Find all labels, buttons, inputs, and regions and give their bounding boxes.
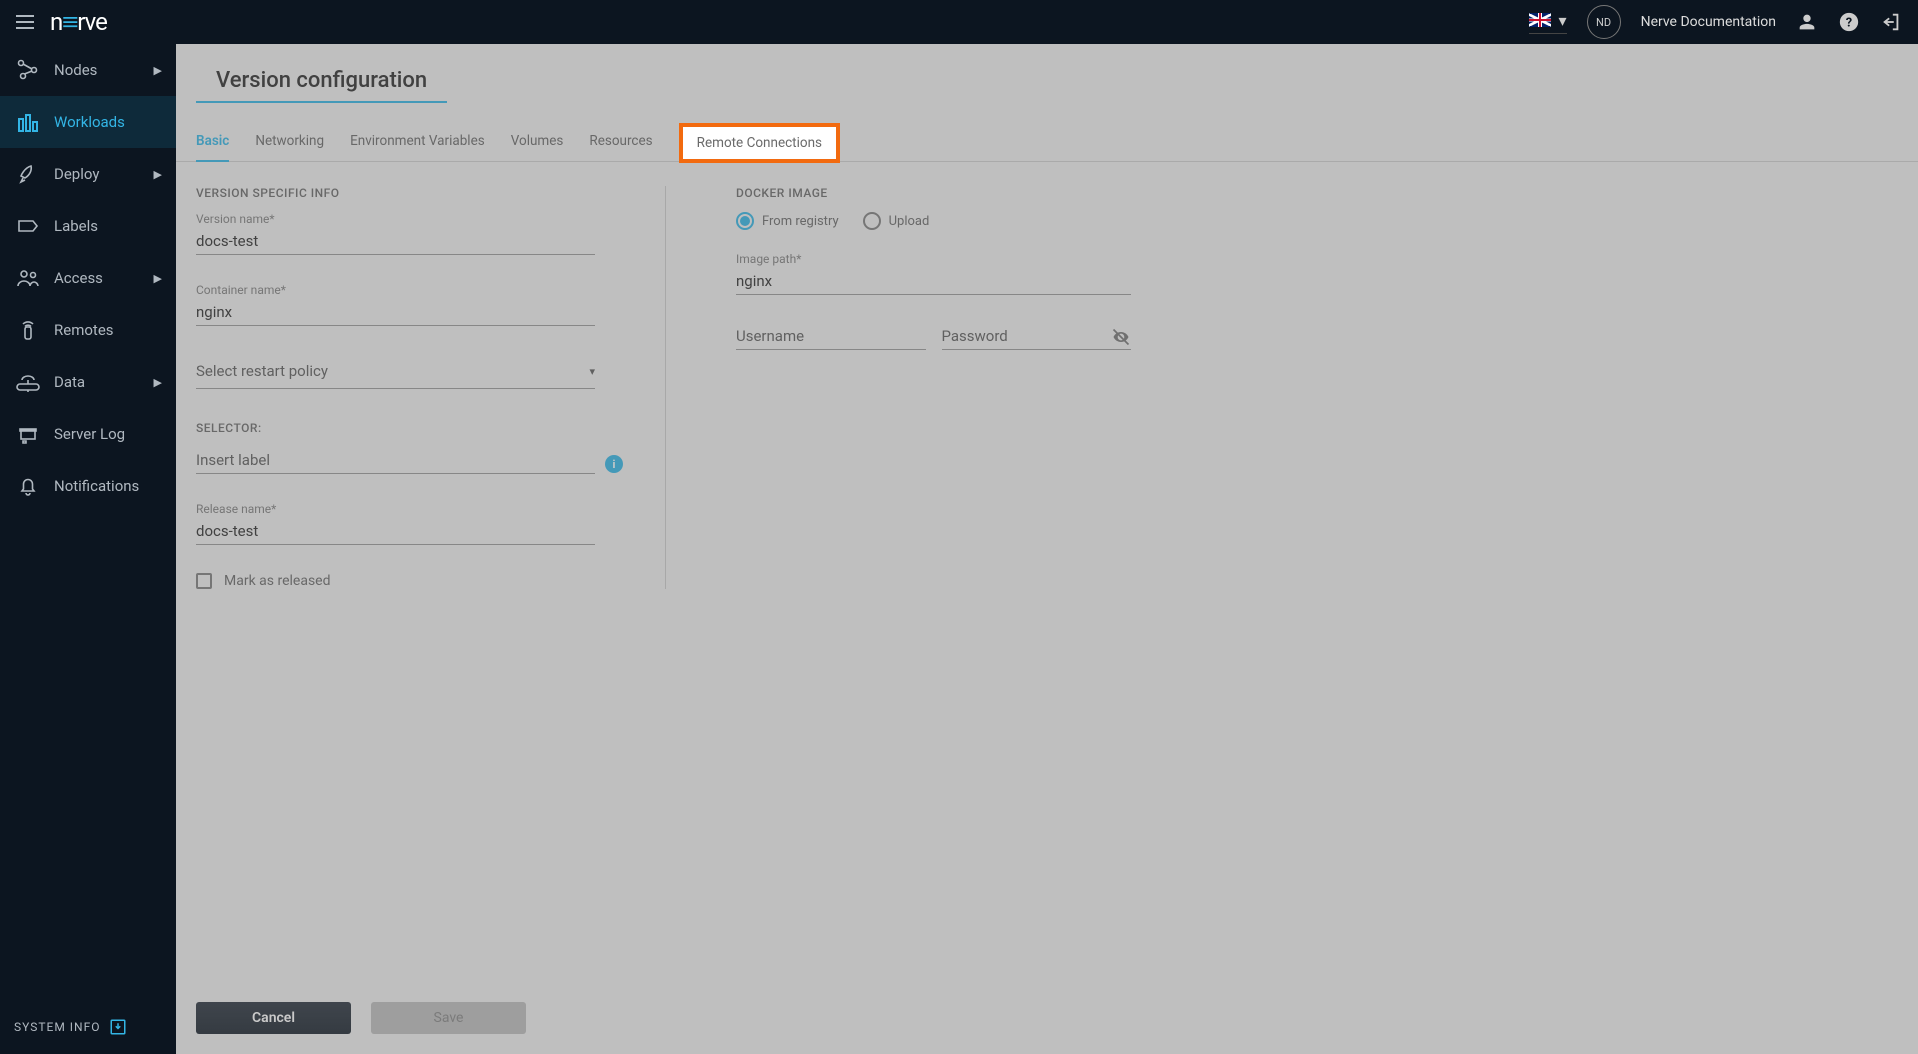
username-input[interactable] <box>736 323 926 350</box>
system-info-button[interactable]: SYSTEM INFO <box>0 1000 176 1054</box>
data-icon <box>14 368 42 396</box>
mark-released-label: Mark as released <box>224 573 331 589</box>
avatar-initials: ND <box>1596 16 1611 29</box>
sidebar-item-data[interactable]: Data ▶ <box>0 356 176 408</box>
sidebar-item-access[interactable]: Access ▶ <box>0 252 176 304</box>
svg-text:?: ? <box>1846 16 1852 31</box>
sidebar-item-label: Labels <box>54 217 162 235</box>
language-selector[interactable]: ▾ <box>1529 11 1567 34</box>
radio-from-registry[interactable]: From registry <box>736 212 839 230</box>
selector-input[interactable] <box>196 447 595 474</box>
tab-networking[interactable]: Networking <box>255 123 324 161</box>
release-name-label: Release name* <box>196 502 595 516</box>
serverlog-icon <box>14 420 42 448</box>
chevron-right-icon: ▶ <box>154 272 162 285</box>
tab-resources[interactable]: Resources <box>589 123 652 161</box>
download-icon <box>109 1018 127 1036</box>
top-header: n≡rve ▾ ND Nerve Documentation ? <box>0 0 1918 44</box>
notifications-icon <box>14 472 42 500</box>
logo: n≡rve <box>50 8 107 37</box>
logout-icon[interactable] <box>1880 11 1902 33</box>
sidebar-item-nodes[interactable]: Nodes ▶ <box>0 44 176 96</box>
sidebar-item-label: Access <box>54 269 154 287</box>
radio-unselected-icon <box>863 212 881 230</box>
section-version-info: VERSION SPECIFIC INFO <box>196 186 595 200</box>
container-name-input[interactable] <box>196 299 595 326</box>
save-button[interactable]: Save <box>371 1002 526 1034</box>
main-content: Version configuration Basic Networking E… <box>176 44 1918 1054</box>
password-input[interactable] <box>942 323 1132 350</box>
image-path-input[interactable] <box>736 268 1131 295</box>
mark-released-checkbox[interactable]: Mark as released <box>196 573 595 589</box>
deploy-icon <box>14 160 42 188</box>
radio-upload[interactable]: Upload <box>863 212 930 230</box>
flag-uk-icon <box>1529 13 1551 27</box>
sidebar-item-label: Nodes <box>54 61 154 79</box>
user-icon[interactable] <box>1796 11 1818 33</box>
tab-remote-connections[interactable]: Remote Connections <box>679 123 840 163</box>
sidebar-item-label: Notifications <box>54 477 162 495</box>
nodes-icon <box>14 56 42 84</box>
version-name-input[interactable] <box>196 228 595 255</box>
chevron-right-icon: ▶ <box>154 64 162 77</box>
sidebar-item-workloads[interactable]: Workloads <box>0 96 176 148</box>
chevron-down-icon: ▾ <box>1559 11 1567 30</box>
restart-policy-select[interactable]: Select restart policy ▾ <box>196 354 595 389</box>
cancel-button[interactable]: Cancel <box>196 1002 351 1034</box>
chevron-right-icon: ▶ <box>154 376 162 389</box>
tabs: Basic Networking Environment Variables V… <box>176 103 1918 162</box>
sidebar-item-label: Server Log <box>54 425 162 443</box>
tab-environment-variables[interactable]: Environment Variables <box>350 123 485 161</box>
radio-upload-label: Upload <box>889 214 930 229</box>
radio-selected-icon <box>736 212 754 230</box>
checkbox-icon <box>196 573 212 589</box>
page-title: Version configuration <box>196 44 447 103</box>
chevron-down-icon: ▾ <box>589 365 595 378</box>
hamburger-menu-icon[interactable] <box>16 15 34 29</box>
sidebar-item-label: Deploy <box>54 165 154 183</box>
radio-registry-label: From registry <box>762 214 839 229</box>
workloads-icon <box>14 108 42 136</box>
system-info-label: SYSTEM INFO <box>14 1020 101 1034</box>
help-icon[interactable]: ? <box>1838 11 1860 33</box>
sidebar-item-label: Data <box>54 373 154 391</box>
release-name-input[interactable] <box>196 518 595 545</box>
access-icon <box>14 264 42 292</box>
tab-volumes[interactable]: Volumes <box>511 123 564 161</box>
labels-icon <box>14 212 42 240</box>
sidebar: Nodes ▶ Workloads Deploy ▶ Labels Access… <box>0 44 176 1054</box>
info-icon[interactable]: i <box>605 455 623 473</box>
avatar[interactable]: ND <box>1587 5 1621 39</box>
remotes-icon <box>14 316 42 344</box>
section-docker-image: DOCKER IMAGE <box>736 186 1131 200</box>
sidebar-item-label: Remotes <box>54 321 162 339</box>
sidebar-item-remotes[interactable]: Remotes <box>0 304 176 356</box>
sidebar-item-label: Workloads <box>54 113 162 131</box>
tab-basic[interactable]: Basic <box>196 123 229 161</box>
version-name-label: Version name* <box>196 212 595 226</box>
selector-label: SELECTOR: <box>196 421 595 435</box>
image-path-label: Image path* <box>736 252 1131 266</box>
chevron-right-icon: ▶ <box>154 168 162 181</box>
container-name-label: Container name* <box>196 283 595 297</box>
sidebar-item-deploy[interactable]: Deploy ▶ <box>0 148 176 200</box>
restart-policy-placeholder: Select restart policy <box>196 362 328 380</box>
sidebar-item-notifications[interactable]: Notifications <box>0 460 176 512</box>
documentation-link[interactable]: Nerve Documentation <box>1641 14 1776 30</box>
sidebar-item-serverlog[interactable]: Server Log <box>0 408 176 460</box>
visibility-off-icon[interactable] <box>1111 327 1131 347</box>
sidebar-item-labels[interactable]: Labels <box>0 200 176 252</box>
